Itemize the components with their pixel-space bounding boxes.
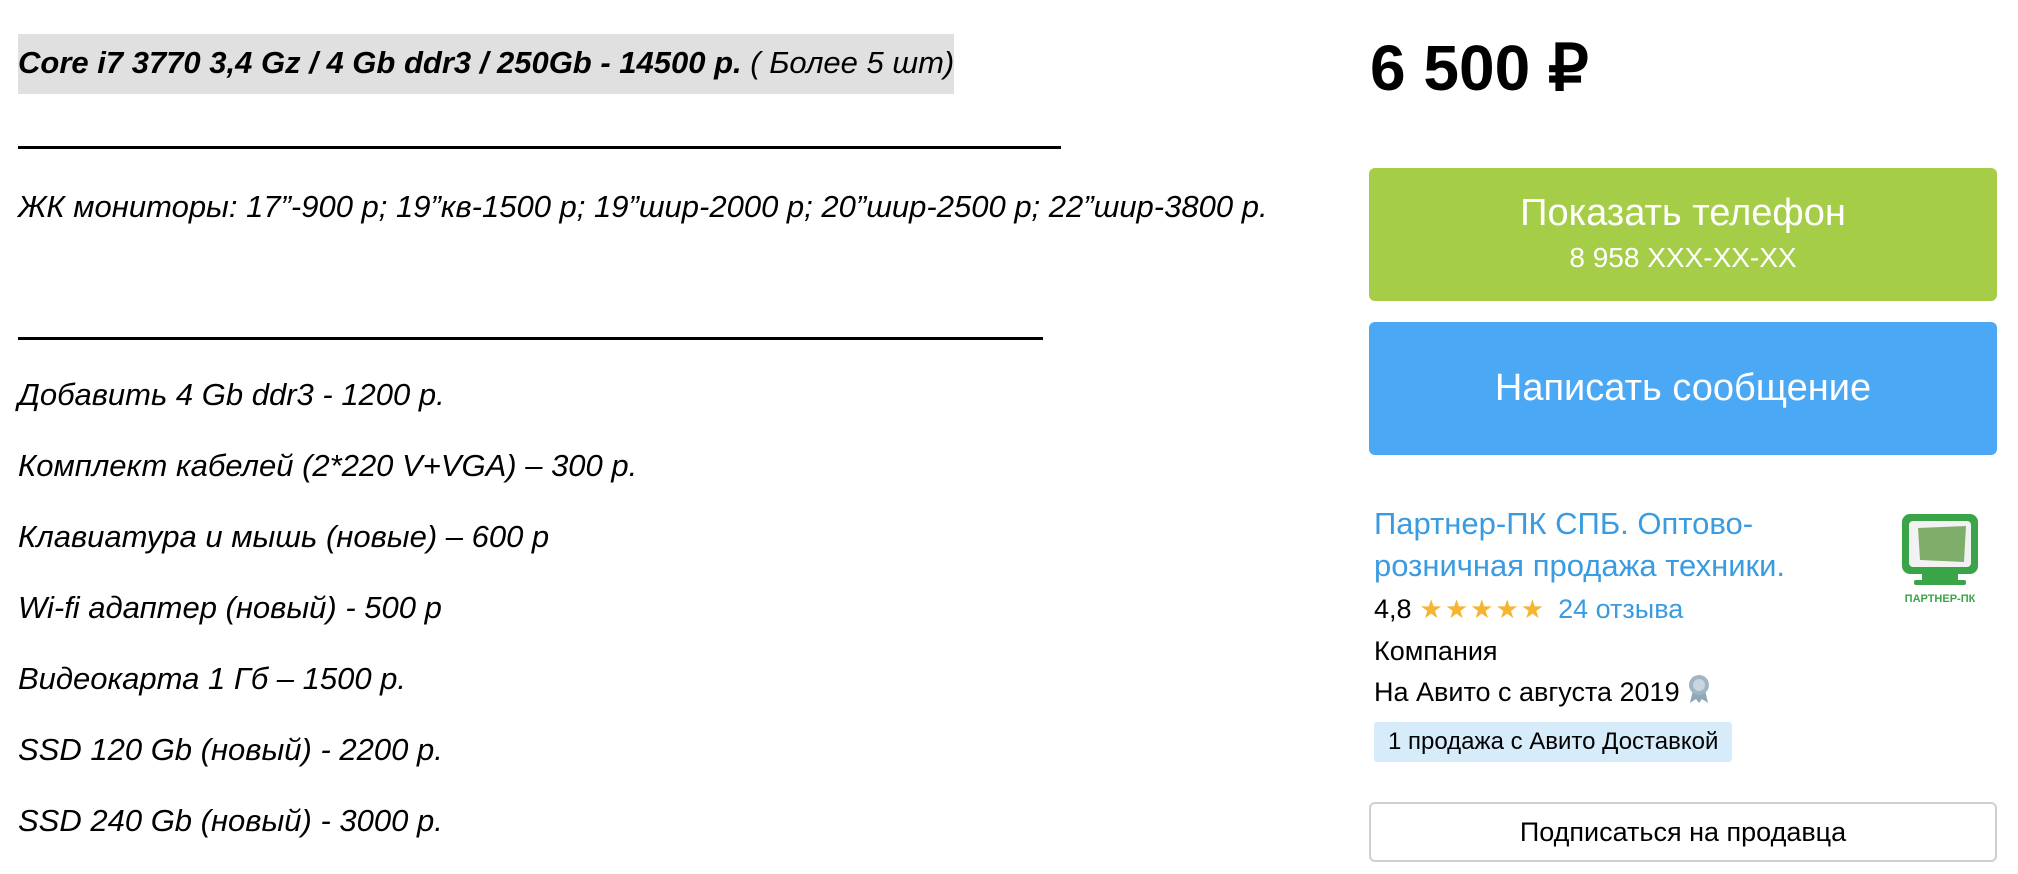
list-item: Добавить 4 Gb ddr3 - 1200 р. xyxy=(18,377,445,412)
delivery-sales-badge: 1 продажа с Авито Доставкой xyxy=(1374,722,1733,762)
seller-since-text: На Авито с августа 2019 xyxy=(1374,677,1680,707)
seller-rating: 4,8 ★★★★★ 24 отзыва xyxy=(1374,590,1683,629)
subscribe-seller-button[interactable]: Подписаться на продавца xyxy=(1369,802,1997,862)
listing-description: Core i7 3770 3,4 Gz / 4 Gb ddr3 / 250Gb … xyxy=(18,34,1318,94)
masked-phone-number: 8 958 XXX-XX-XX xyxy=(1569,242,1797,273)
list-item: Wi-fi адаптер (новый) - 500 р xyxy=(18,590,442,625)
highlighted-headline: Core i7 3770 3,4 Gz / 4 Gb ddr3 / 250Gb … xyxy=(18,34,955,94)
rating-value: 4,8 xyxy=(1374,594,1412,624)
seller-since: На Авито с августа 2019 xyxy=(1374,673,1712,714)
show-phone-button[interactable]: Показать телефон 8 958 XXX-XX-XX xyxy=(1369,168,1997,301)
partner-pc-logo-icon[interactable]: ПАРТНЕР-ПК xyxy=(1896,512,1986,608)
list-item: SSD 120 Gb (новый) - 2200 р. xyxy=(18,732,443,767)
seller-type: Компания xyxy=(1374,636,1498,666)
divider-line xyxy=(18,337,1043,340)
list-item: SSD 240 Gb (новый) - 3000 р. xyxy=(18,803,443,838)
write-message-button[interactable]: Написать сообщение xyxy=(1369,322,1997,455)
monitors-price-text: ЖК мониторы: 17”-900 р; 19”кв-1500 р; 19… xyxy=(18,189,1268,224)
star-rating-icon: ★★★★★ xyxy=(1419,595,1547,625)
headline-bold-text: Core i7 3770 3,4 Gz / 4 Gb ddr3 / 250Gb … xyxy=(18,45,742,80)
logo-text: ПАРТНЕР-ПК xyxy=(1905,593,1976,605)
show-phone-label: Показать телефон xyxy=(1520,192,1846,234)
seller-name-link[interactable]: Партнер-ПК СПБ. Оптово-розничная продажа… xyxy=(1374,503,1894,587)
divider-line xyxy=(18,146,1061,149)
list-item: Комплект кабелей (2*220 V+VGA) – 300 р. xyxy=(18,448,638,483)
list-item: Видеокарта 1 Гб – 1500 р. xyxy=(18,661,407,696)
price: 6 500 ₽ xyxy=(1370,32,1589,104)
headline-note-text: ( Более 5 шт) xyxy=(741,45,955,80)
extras-list: Добавить 4 Gb ddr3 - 1200 р. Комплект ка… xyxy=(18,370,637,867)
list-item: Клавиатура и мышь (новые) – 600 р xyxy=(18,519,550,554)
reviews-link[interactable]: 24 отзыва xyxy=(1558,594,1683,624)
medal-icon[interactable] xyxy=(1686,674,1712,714)
